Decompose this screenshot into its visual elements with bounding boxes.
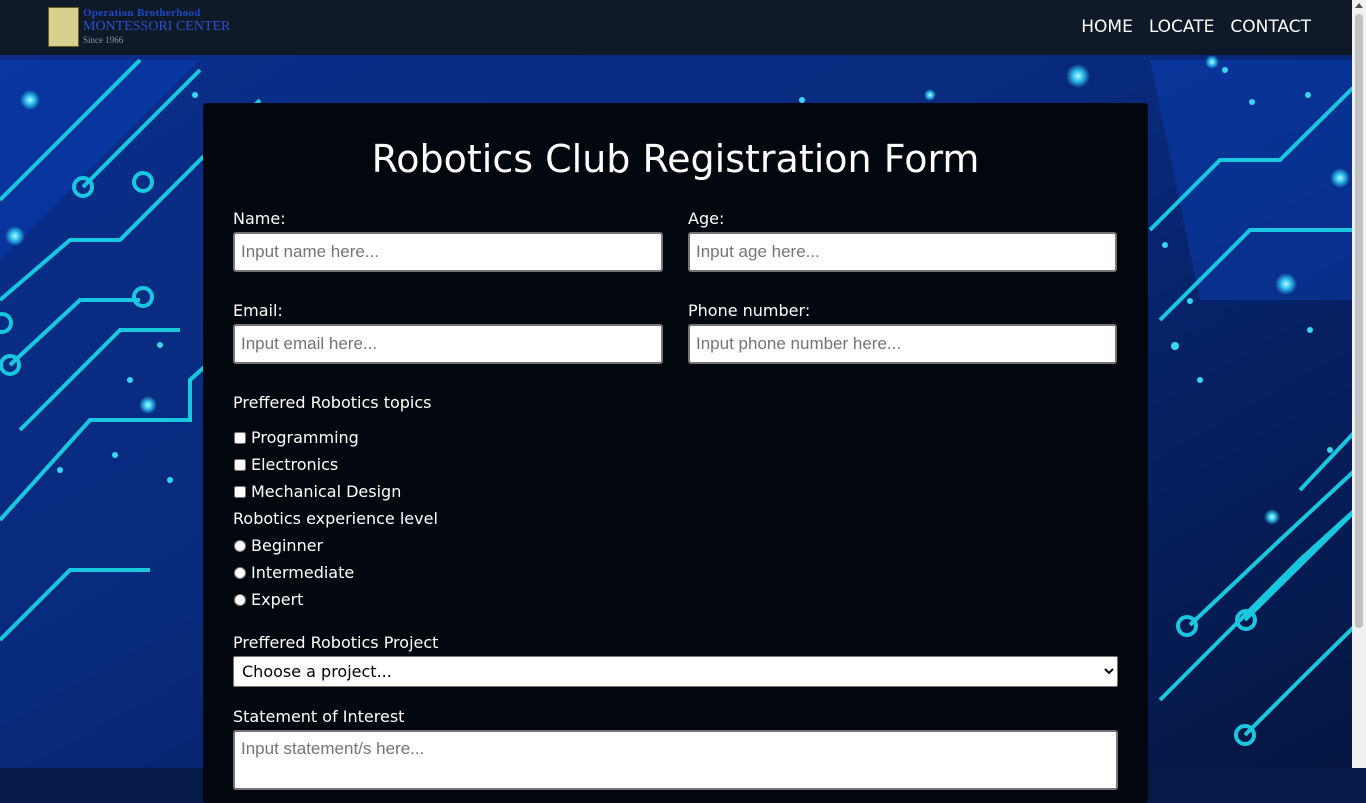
- project-select[interactable]: Choose a project...: [233, 656, 1118, 687]
- statement-label: Statement of Interest: [233, 707, 405, 726]
- name-input[interactable]: [233, 232, 663, 272]
- topic-option-mechanical-design[interactable]: Mechanical Design: [233, 482, 401, 501]
- experience-option-expert[interactable]: Expert: [233, 590, 303, 609]
- main-nav: HOME LOCATE CONTACT: [1081, 17, 1311, 37]
- registration-card: Robotics Club Registration Form Name: Ag…: [203, 103, 1148, 803]
- scroll-up-arrow-icon[interactable]: [1355, 3, 1363, 8]
- mechanical-design-checkbox[interactable]: [234, 485, 246, 498]
- email-label: Email:: [233, 301, 283, 320]
- expert-radio[interactable]: [234, 593, 246, 606]
- name-label: Name:: [233, 209, 286, 228]
- logo-title: Operation Brotherhood: [83, 7, 201, 19]
- experience-label: Robotics experience level: [233, 509, 438, 528]
- topics-label: Preffered Robotics topics: [233, 393, 432, 412]
- intermediate-radio[interactable]: [234, 566, 246, 579]
- scroll-thumb[interactable]: [1355, 14, 1363, 628]
- experience-option-intermediate[interactable]: Intermediate: [233, 563, 354, 582]
- nav-home-link[interactable]: HOME: [1081, 17, 1133, 37]
- experience-option-beginner[interactable]: Beginner: [233, 536, 323, 555]
- email-input[interactable]: [233, 324, 663, 364]
- age-input[interactable]: [688, 232, 1117, 272]
- programming-label: Programming: [251, 428, 359, 447]
- topic-option-electronics[interactable]: Electronics: [233, 455, 338, 474]
- electronics-checkbox[interactable]: [234, 458, 246, 471]
- electronics-label: Electronics: [251, 455, 339, 474]
- topic-option-programming[interactable]: Programming: [233, 428, 359, 447]
- intermediate-label: Intermediate: [251, 563, 355, 582]
- project-label: Preffered Robotics Project: [233, 633, 439, 652]
- page-scrollbar[interactable]: [1352, 0, 1366, 768]
- nav-locate-link[interactable]: LOCATE: [1149, 17, 1215, 37]
- top-navbar: Operation Brotherhood MONTESSORI CENTER …: [0, 0, 1352, 55]
- logo-emblem-icon: [48, 7, 79, 47]
- expert-label: Expert: [251, 590, 304, 609]
- logo-subtitle: MONTESSORI CENTER: [83, 19, 231, 34]
- programming-checkbox[interactable]: [234, 431, 246, 444]
- page-title: Robotics Club Registration Form: [371, 137, 980, 181]
- beginner-radio[interactable]: [234, 539, 246, 552]
- beginner-label: Beginner: [251, 536, 324, 555]
- logo-tagline: Since 1966: [83, 35, 124, 45]
- statement-input[interactable]: [233, 730, 1118, 790]
- site-logo[interactable]: Operation Brotherhood MONTESSORI CENTER …: [48, 6, 243, 48]
- phone-input[interactable]: [688, 324, 1117, 364]
- age-label: Age:: [688, 209, 725, 228]
- phone-label: Phone number:: [688, 301, 811, 320]
- mechanical-design-label: Mechanical Design: [251, 482, 402, 501]
- nav-contact-link[interactable]: CONTACT: [1230, 17, 1311, 37]
